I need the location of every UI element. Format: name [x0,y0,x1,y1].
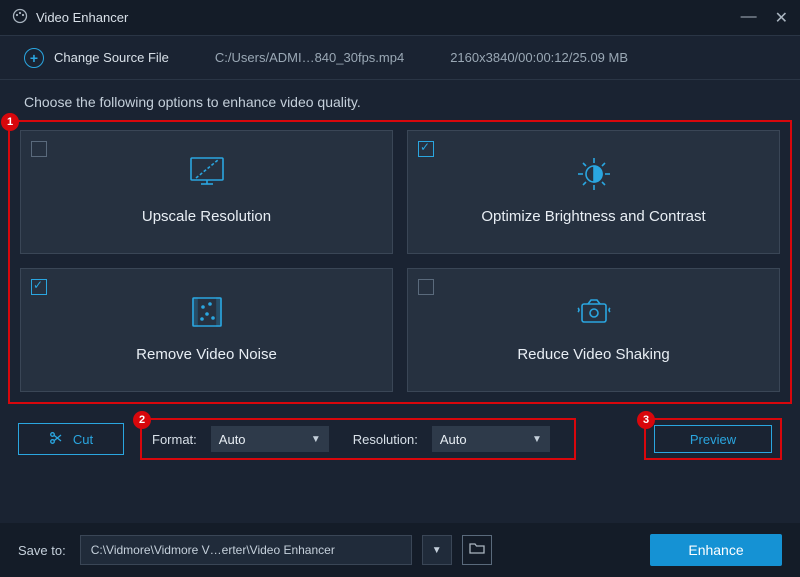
preview-button[interactable]: Preview [654,425,772,453]
plus-icon: + [24,48,44,68]
palette-icon [12,8,28,27]
save-to-label: Save to: [18,543,66,558]
checkbox-upscale[interactable] [31,141,47,157]
open-folder-button[interactable] [462,535,492,565]
format-label: Format: [152,432,197,447]
chevron-down-icon: ▼ [311,434,321,445]
film-noise-icon [185,292,229,332]
callout-1: 1 [1,113,19,131]
app-title-area: Video Enhancer [12,8,741,27]
preview-zone: 3 Preview [644,418,782,460]
resolution-label: Resolution: [353,432,418,447]
monitor-icon [185,154,229,194]
source-bar: + Change Source File C:/Users/ADMI…840_3… [0,36,800,80]
checkbox-shaking[interactable] [418,279,434,295]
camera-shake-icon [572,292,616,332]
option-remove-noise[interactable]: Remove Video Noise [20,268,393,392]
minimize-button[interactable]: — [741,8,757,28]
cut-button[interactable]: Cut [18,423,124,455]
option-reduce-shaking[interactable]: Reduce Video Shaking [407,268,780,392]
enhance-button[interactable]: Enhance [650,534,782,566]
title-bar: Video Enhancer — ✕ [0,0,800,36]
enhance-label: Enhance [688,542,743,558]
checkbox-brightness[interactable] [418,141,434,157]
option-label: Upscale Resolution [142,208,271,225]
source-file-path: C:/Users/ADMI…840_30fps.mp4 [215,50,404,65]
folder-icon [469,541,485,560]
source-file-meta: 2160x3840/00:00:12/25.09 MB [450,50,628,65]
save-path-dropdown[interactable]: ▼ [422,535,452,565]
preview-label: Preview [690,432,736,447]
resolution-select[interactable]: Auto ▼ [432,426,550,452]
option-label: Reduce Video Shaking [517,346,669,363]
save-path-field[interactable]: C:\Vidmore\Vidmore V…erter\Video Enhance… [80,535,412,565]
cut-label: Cut [73,432,93,447]
scissors-icon [49,431,63,448]
checkbox-noise[interactable] [31,279,47,295]
option-label: Optimize Brightness and Contrast [481,208,705,225]
callout-2: 2 [133,411,151,429]
app-title: Video Enhancer [36,10,128,25]
brightness-icon [572,154,616,194]
window-controls: — ✕ [741,8,788,28]
format-select[interactable]: Auto ▼ [211,426,329,452]
option-upscale-resolution[interactable]: Upscale Resolution [20,130,393,254]
callout-3: 3 [637,411,655,429]
save-path-value: C:\Vidmore\Vidmore V…erter\Video Enhance… [91,543,335,557]
footer-bar: Save to: C:\Vidmore\Vidmore V…erter\Vide… [0,523,800,577]
option-optimize-brightness[interactable]: Optimize Brightness and Contrast [407,130,780,254]
change-source-button[interactable]: + Change Source File [24,48,169,68]
format-resolution-zone: 2 Format: Auto ▼ Resolution: Auto ▼ [140,418,576,460]
enhancement-options-zone: 1 Upscale Resolution Optimize Brightness… [8,120,792,404]
format-value: Auto [219,432,246,447]
option-label: Remove Video Noise [136,346,277,363]
controls-row: Cut 2 Format: Auto ▼ Resolution: Auto ▼ … [0,418,800,460]
change-source-label: Change Source File [54,50,169,65]
close-button[interactable]: ✕ [775,8,788,28]
resolution-value: Auto [440,432,467,447]
instructions-text: Choose the following options to enhance … [0,80,800,118]
chevron-down-icon: ▼ [532,434,542,445]
